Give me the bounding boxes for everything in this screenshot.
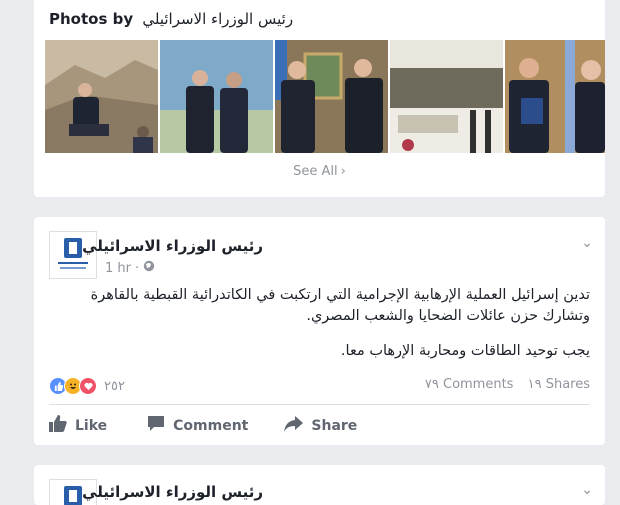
- divider: [49, 404, 590, 405]
- share-icon: [284, 415, 304, 436]
- like-label: Like: [75, 417, 108, 434]
- photos-title[interactable]: Photos by رئيس الوزراء الاسرائيلي: [49, 10, 293, 28]
- photos-card: Photos by رئيس الوزراء الاسرائيلي See Al…: [34, 0, 605, 197]
- post-actions: Like Comment Share: [49, 415, 385, 436]
- photo-3[interactable]: [275, 40, 388, 153]
- shares-count[interactable]: ١٩ Shares: [528, 377, 590, 392]
- engagement-counts: ٧٩ Comments ١٩ Shares: [415, 377, 590, 392]
- see-all-label: See All: [293, 164, 338, 179]
- next-post-card: رئيس الوزراء الاسرائيلي ⌄: [34, 465, 605, 505]
- comments-count[interactable]: ٧٩ Comments: [425, 377, 514, 392]
- post-stats: ٢٥٢ ٧٩ Comments ١٩ Shares: [49, 376, 590, 396]
- next-post-author[interactable]: رئيس الوزراء الاسرائيلي: [82, 483, 263, 501]
- share-button[interactable]: Share: [284, 415, 357, 436]
- globe-icon[interactable]: [143, 260, 155, 276]
- thumbs-up-icon: [49, 415, 67, 436]
- chevron-right-icon: ›: [340, 164, 346, 179]
- post-card: رئيس الوزراء الاسرائيلي 1 hr · ⌄ تدين إس…: [34, 217, 605, 445]
- post-author[interactable]: رئيس الوزراء الاسرائيلي: [82, 237, 263, 255]
- comment-icon: [147, 415, 165, 436]
- meta-separator: ·: [135, 260, 140, 276]
- see-all-link[interactable]: See All ›: [34, 164, 605, 179]
- chevron-down-icon[interactable]: ⌄: [581, 235, 593, 251]
- post-meta: 1 hr ·: [105, 260, 155, 276]
- photo-strip: [45, 40, 605, 153]
- love-reaction-icon: [79, 377, 97, 395]
- post-text: تدين إسرائيل العملية الإرهابية الإجرامية…: [49, 285, 590, 376]
- photos-title-prefix: Photos by: [49, 10, 134, 28]
- photo-4[interactable]: [390, 40, 503, 153]
- photo-2[interactable]: [160, 40, 273, 153]
- post-paragraph-2: يجب توحيد الطاقات ومحاربة الإرهاب معا.: [340, 343, 590, 359]
- post-paragraph-1: تدين إسرائيل العملية الإرهابية الإجرامية…: [90, 287, 590, 324]
- reaction-count: ٢٥٢: [104, 378, 125, 394]
- comment-label: Comment: [173, 417, 249, 434]
- share-label: Share: [311, 417, 358, 434]
- photos-title-name: رئيس الوزراء الاسرائيلي: [142, 10, 294, 28]
- comment-button[interactable]: Comment: [147, 415, 248, 436]
- photo-5[interactable]: [505, 40, 605, 153]
- reactions[interactable]: ٢٥٢: [49, 377, 125, 395]
- post-time[interactable]: 1 hr: [105, 261, 131, 276]
- photo-1[interactable]: [45, 40, 158, 153]
- like-button[interactable]: Like: [49, 415, 107, 436]
